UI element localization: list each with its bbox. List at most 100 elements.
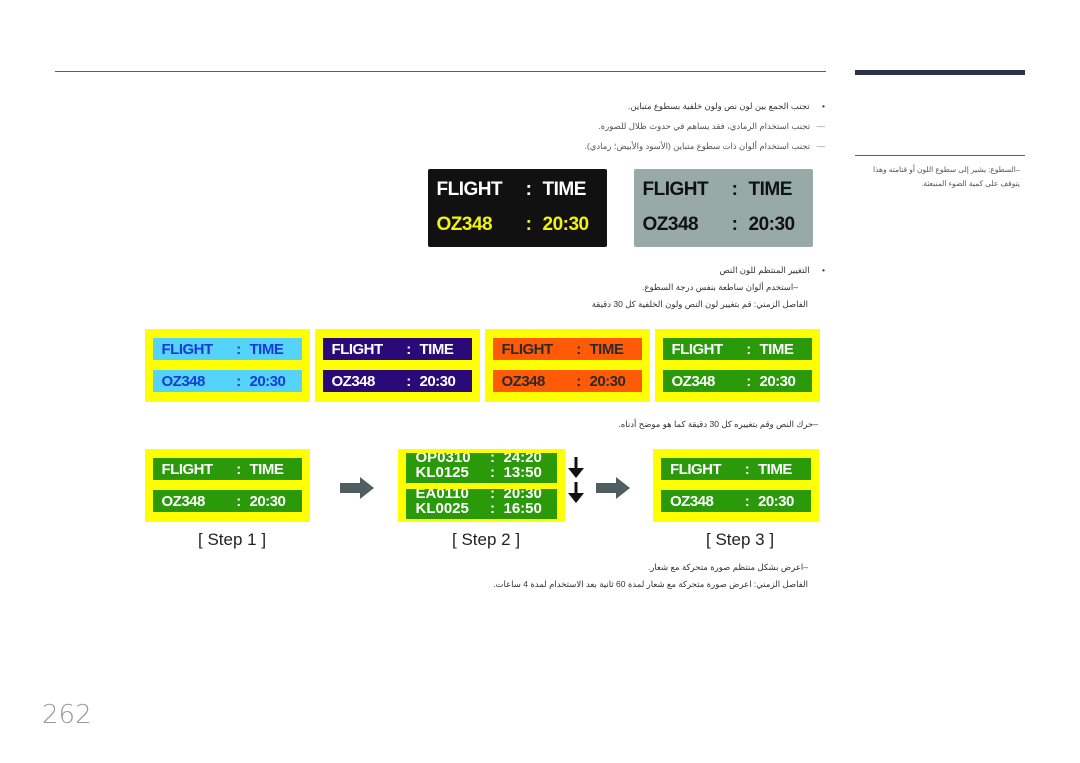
time-label: TIME	[589, 340, 624, 358]
board-value-row: OZ348 : 20:30	[634, 214, 813, 236]
separator: :	[406, 372, 411, 390]
section2-bullet-text: التغيير المنتظم للون النص	[719, 265, 810, 275]
section4-line-1: –اعرض بشكل منتظم صورة متحركة مع شعار.	[647, 562, 808, 572]
flight-label: FLIGHT	[161, 340, 214, 358]
time-label: TIME	[759, 340, 794, 358]
flight-label: FLIGHT	[436, 179, 503, 200]
flight-label: FLIGHT	[671, 340, 724, 358]
page-number: 262	[42, 700, 92, 730]
color-board-4: FLIGHT : TIME OZ348 : 20:30	[655, 329, 820, 402]
scrolling-strip-top: OP0310 : 24:20 KL0125 : 13:50	[406, 453, 557, 483]
dash-icon: —	[816, 121, 826, 131]
separator: :	[236, 340, 241, 358]
time-label: TIME	[249, 460, 284, 478]
board-header-row: FLIGHT : TIME	[634, 179, 813, 201]
side-note-rule	[855, 155, 1025, 156]
separator: :	[406, 340, 411, 358]
separator: :	[525, 179, 532, 200]
dark-contrast-board: FLIGHT : TIME OZ348 : 20:30	[428, 169, 607, 247]
separator: :	[746, 372, 751, 390]
dash-icon: —	[816, 141, 826, 151]
board-value-strip: OZ348 : 20:30	[493, 370, 642, 392]
step-2-board: OP0310 : 24:20 KL0125 : 13:50 EA0110 : 2…	[398, 449, 565, 522]
board-value-strip: OZ348 : 20:30	[663, 370, 812, 392]
section1-note-2: — تجنب استخدام ألوان ذات سطوع متباين (ال…	[585, 138, 826, 155]
time-value: 20:30	[589, 372, 626, 390]
section4-line-2: الفاصل الزمني: اعرض صورة متحركة مع شعار …	[493, 579, 808, 589]
time-value: 20:30	[542, 214, 590, 235]
arrow-right-icon	[340, 477, 374, 499]
board-value-row: OZ348 : 20:30	[428, 214, 607, 236]
board-header-strip: FLIGHT : TIME	[323, 338, 472, 360]
section2-line-1: –استخدم ألوان ساطعة بنفس درجة السطوع.	[642, 282, 798, 292]
board-header-strip: FLIGHT : TIME	[663, 338, 812, 360]
separator: :	[236, 372, 241, 390]
flight-value: OZ348	[436, 214, 493, 235]
gray-contrast-board: FLIGHT : TIME OZ348 : 20:30	[634, 169, 813, 247]
section1-note-2-text: تجنب استخدام ألوان ذات سطوع متباين (الأس…	[584, 141, 811, 151]
time-value: 20:30	[249, 372, 286, 390]
flight-value: KL0025	[415, 500, 469, 517]
time-value: 16:50	[503, 500, 542, 517]
board-header-strip: FLIGHT : TIME	[661, 458, 811, 480]
time-label: TIME	[419, 340, 454, 358]
flight-label: FLIGHT	[501, 340, 554, 358]
separator: :	[490, 464, 495, 481]
board-header-strip: FLIGHT : TIME	[153, 458, 302, 480]
separator: :	[525, 214, 532, 235]
flight-value: OZ348	[642, 214, 699, 235]
board-value-strip: OZ348 : 20:30	[153, 490, 302, 512]
separator: :	[731, 179, 738, 200]
time-label: TIME	[249, 340, 284, 358]
flight-label: FLIGHT	[670, 460, 722, 478]
arrow-down-icon	[568, 457, 584, 478]
time-value: 20:30	[759, 372, 796, 390]
step-3-label: [ Step 3 ]	[706, 530, 775, 549]
section1-bullet: • تجنب الجمع بين لون نص ولون خلفية بسطوع…	[628, 98, 825, 115]
step-3-board: FLIGHT : TIME OZ348 : 20:30	[653, 449, 819, 522]
flight-value: OZ348	[161, 372, 206, 390]
flight-label: FLIGHT	[331, 340, 384, 358]
step-1-label: [ Step 1 ]	[198, 530, 267, 549]
arrow-right-icon	[596, 477, 630, 499]
time-value: 13:50	[503, 464, 542, 481]
step-2-label: [ Step 2 ]	[452, 530, 521, 549]
separator: :	[490, 500, 495, 517]
flight-value: OZ348	[161, 492, 206, 510]
time-value: 20:30	[249, 492, 286, 510]
section1-note-1: — تجنب استخدام الرمادي، فقد يساهم في حدو…	[598, 118, 825, 135]
flight-label: FLIGHT	[642, 179, 709, 200]
color-board-3: FLIGHT : TIME OZ348 : 20:30	[485, 329, 650, 402]
flight-value: KL0125	[415, 464, 469, 481]
flight-value: OZ348	[501, 372, 546, 390]
board-header-strip: FLIGHT : TIME	[493, 338, 642, 360]
flight-value: OZ348	[670, 492, 714, 510]
board-header-row: FLIGHT : TIME	[428, 179, 607, 201]
flight-value: OZ348	[331, 372, 376, 390]
flight-value: OZ348	[671, 372, 716, 390]
side-header-bar	[855, 70, 1025, 75]
board-header-strip: FLIGHT : TIME	[153, 338, 302, 360]
bullet-icon: •	[822, 265, 825, 275]
section1-note-1-text: تجنب استخدام الرمادي، فقد يساهم في حدوث …	[598, 121, 811, 131]
scrolling-strip-bottom: EA0110 : 20:30 KL0025 : 16:50	[406, 489, 557, 519]
scroll-row: KL0125 : 13:50	[406, 465, 557, 480]
board-value-strip: OZ348 : 20:30	[323, 370, 472, 392]
time-value: 20:30	[748, 214, 796, 235]
section3-line: –حرك النص وقم بتغييره كل 30 دقيقة كما هو…	[618, 419, 818, 429]
separator: :	[731, 214, 738, 235]
separator: :	[744, 492, 750, 510]
separator: :	[744, 460, 750, 478]
section2-bullet: • التغيير المنتظم للون النص	[720, 262, 825, 279]
board-value-strip: OZ348 : 20:30	[661, 490, 811, 512]
time-label: TIME	[542, 179, 587, 200]
separator: :	[236, 460, 241, 478]
step-1-board: FLIGHT : TIME OZ348 : 20:30	[145, 449, 310, 522]
color-board-1: FLIGHT : TIME OZ348 : 20:30	[145, 329, 310, 402]
separator: :	[236, 492, 241, 510]
time-value: 20:30	[419, 372, 456, 390]
separator: :	[576, 372, 581, 390]
scroll-row: KL0025 : 16:50	[406, 501, 557, 516]
time-value: 20:30	[758, 492, 794, 510]
separator: :	[746, 340, 751, 358]
